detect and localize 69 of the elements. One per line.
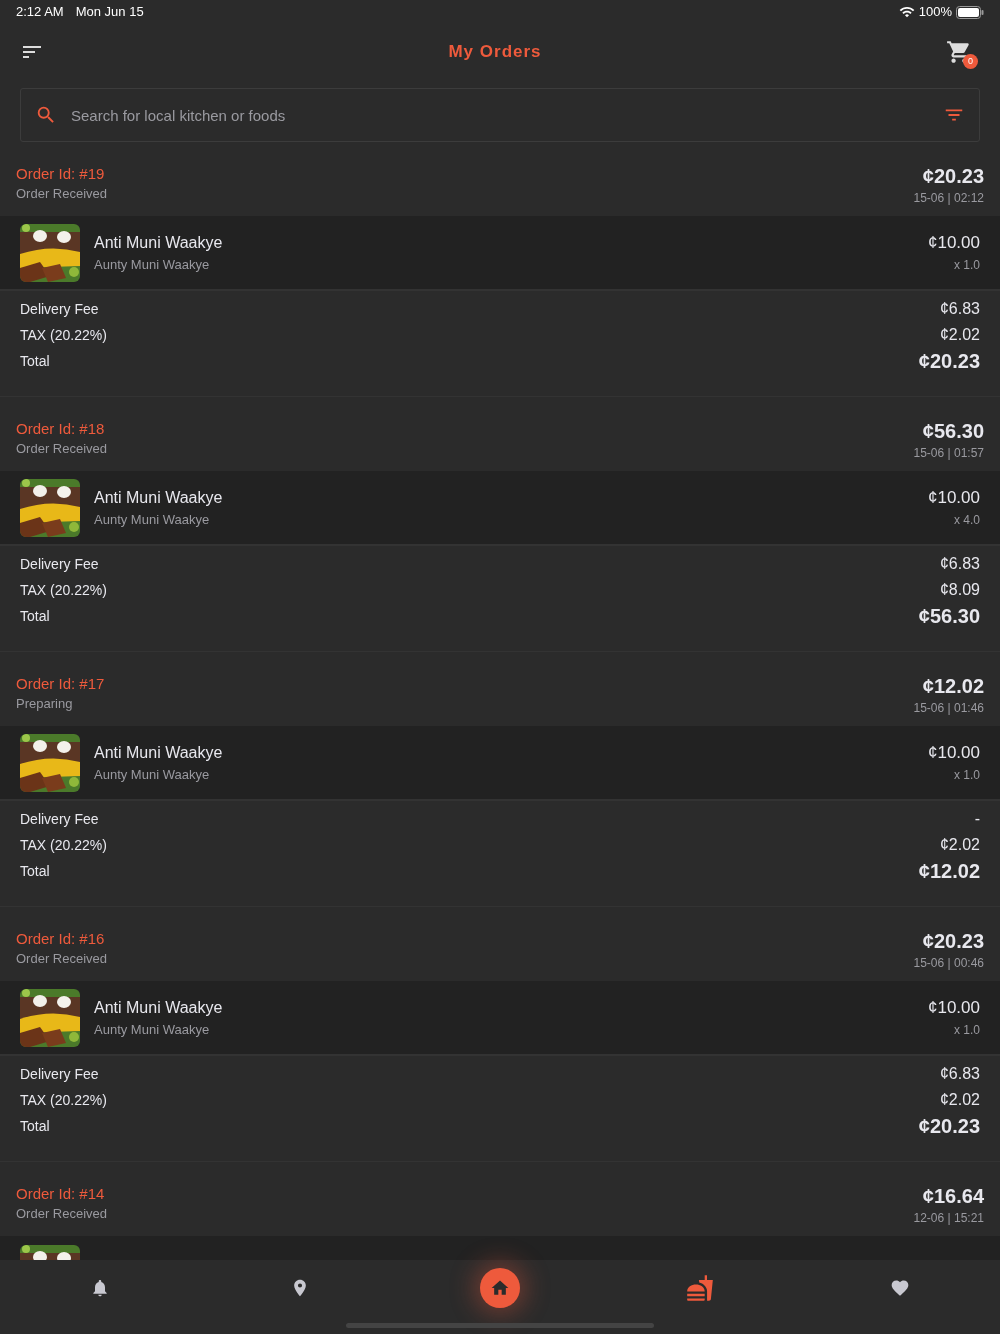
battery-percent: 100% bbox=[918, 3, 952, 22]
page-title: My Orders bbox=[448, 41, 542, 64]
item-quantity: x 1.0 bbox=[954, 766, 980, 784]
fee-label: TAX (20.22%) bbox=[20, 580, 107, 600]
item-quantity: x 1.0 bbox=[954, 1021, 980, 1039]
order-date: 15-06 | 01:57 bbox=[913, 445, 984, 462]
order-id: Order Id: #17 bbox=[16, 674, 105, 694]
order-item[interactable]: Anti Muni Waakye Aunty Muni Waakye ¢10.00 x 1.0 bbox=[0, 216, 1000, 291]
order-date: 15-06 | 00:46 bbox=[913, 955, 984, 972]
order-total: ¢12.02 bbox=[922, 674, 984, 698]
fee-label: Delivery Fee bbox=[20, 1064, 99, 1084]
item-quantity: x 4.0 bbox=[954, 511, 980, 529]
item-vendor: Aunty Muni Waakye bbox=[94, 765, 211, 784]
item-vendor: Aunty Muni Waakye bbox=[94, 1020, 211, 1039]
order-item[interactable]: Anti Muni Waakye Aunty Muni Waakye ¢10.00 x 1.0 bbox=[0, 981, 1000, 1056]
fee-value: ¢8.09 bbox=[939, 580, 980, 600]
fee-label: TAX (20.22%) bbox=[20, 1090, 107, 1110]
item-price: ¢10.00 bbox=[928, 486, 980, 509]
fee-value: ¢20.23 bbox=[918, 1114, 980, 1139]
order-id: Order Id: #16 bbox=[16, 929, 106, 949]
fee-value: - bbox=[974, 809, 980, 829]
order-id: Order Id: #18 bbox=[16, 419, 106, 439]
order-total: ¢20.23 bbox=[922, 929, 984, 953]
fee-value: ¢56.30 bbox=[918, 604, 980, 629]
fee-value: ¢12.02 bbox=[918, 859, 980, 884]
cart-badge: 0 bbox=[963, 54, 978, 69]
item-name: Anti Muni Waakye bbox=[94, 487, 224, 508]
order-total: ¢56.30 bbox=[922, 419, 984, 443]
fee-label: Total bbox=[20, 1116, 50, 1136]
order-item[interactable]: Anti Muni Waakye Aunty Muni Waakye ¢10.00 x 4.0 bbox=[0, 471, 1000, 546]
fee-value: ¢2.02 bbox=[939, 835, 980, 855]
fee-value: ¢6.83 bbox=[939, 554, 980, 574]
fee-label: Total bbox=[20, 351, 50, 371]
item-quantity: x 1.0 bbox=[954, 256, 980, 274]
order-date: 12-06 | 15:21 bbox=[913, 1210, 984, 1227]
order-status: Order Received bbox=[16, 1205, 108, 1223]
fee-label: Delivery Fee bbox=[20, 554, 99, 574]
fee-value: ¢2.02 bbox=[939, 1090, 980, 1110]
item-name: Anti Muni Waakye bbox=[94, 232, 224, 253]
item-price: ¢10.00 bbox=[928, 231, 980, 254]
fee-value: ¢6.83 bbox=[939, 1064, 980, 1084]
item-price: ¢10.00 bbox=[928, 741, 980, 764]
fee-value: ¢20.23 bbox=[918, 349, 980, 374]
item-vendor: Aunty Muni Waakye bbox=[94, 255, 211, 274]
order-id: Order Id: #19 bbox=[16, 164, 106, 184]
order-status: Order Received bbox=[16, 950, 108, 968]
order-date: 15-06 | 01:46 bbox=[913, 700, 984, 717]
fee-label: TAX (20.22%) bbox=[20, 835, 107, 855]
status-time: 2:12 AM bbox=[16, 3, 64, 22]
order-total: ¢16.64 bbox=[922, 1184, 984, 1208]
order-total: ¢20.23 bbox=[922, 164, 984, 188]
order-date: 15-06 | 02:12 bbox=[913, 190, 984, 207]
fee-label: Total bbox=[20, 861, 50, 881]
item-price: ¢10.00 bbox=[928, 996, 980, 1019]
fee-value: ¢6.83 bbox=[939, 299, 980, 319]
order-id: Order Id: #14 bbox=[16, 1184, 106, 1204]
item-name: Anti Muni Waakye bbox=[94, 742, 224, 763]
fee-label: Delivery Fee bbox=[20, 809, 99, 829]
order-status: Order Received bbox=[16, 440, 108, 458]
fee-label: Delivery Fee bbox=[20, 299, 99, 319]
status-date: Mon Jun 15 bbox=[75, 3, 144, 22]
item-vendor: Aunty Muni Waakye bbox=[94, 510, 211, 529]
fee-label: Total bbox=[20, 606, 50, 626]
item-name: Anti Muni Waakye bbox=[94, 997, 224, 1018]
fee-value: ¢2.02 bbox=[939, 325, 980, 345]
fee-label: TAX (20.22%) bbox=[20, 325, 107, 345]
order-status: Order Received bbox=[16, 185, 108, 203]
order-item[interactable]: Anti Muni Waakye Aunty Muni Waakye ¢10.00 x 1.0 bbox=[0, 726, 1000, 801]
order-status: Preparing bbox=[16, 695, 74, 713]
